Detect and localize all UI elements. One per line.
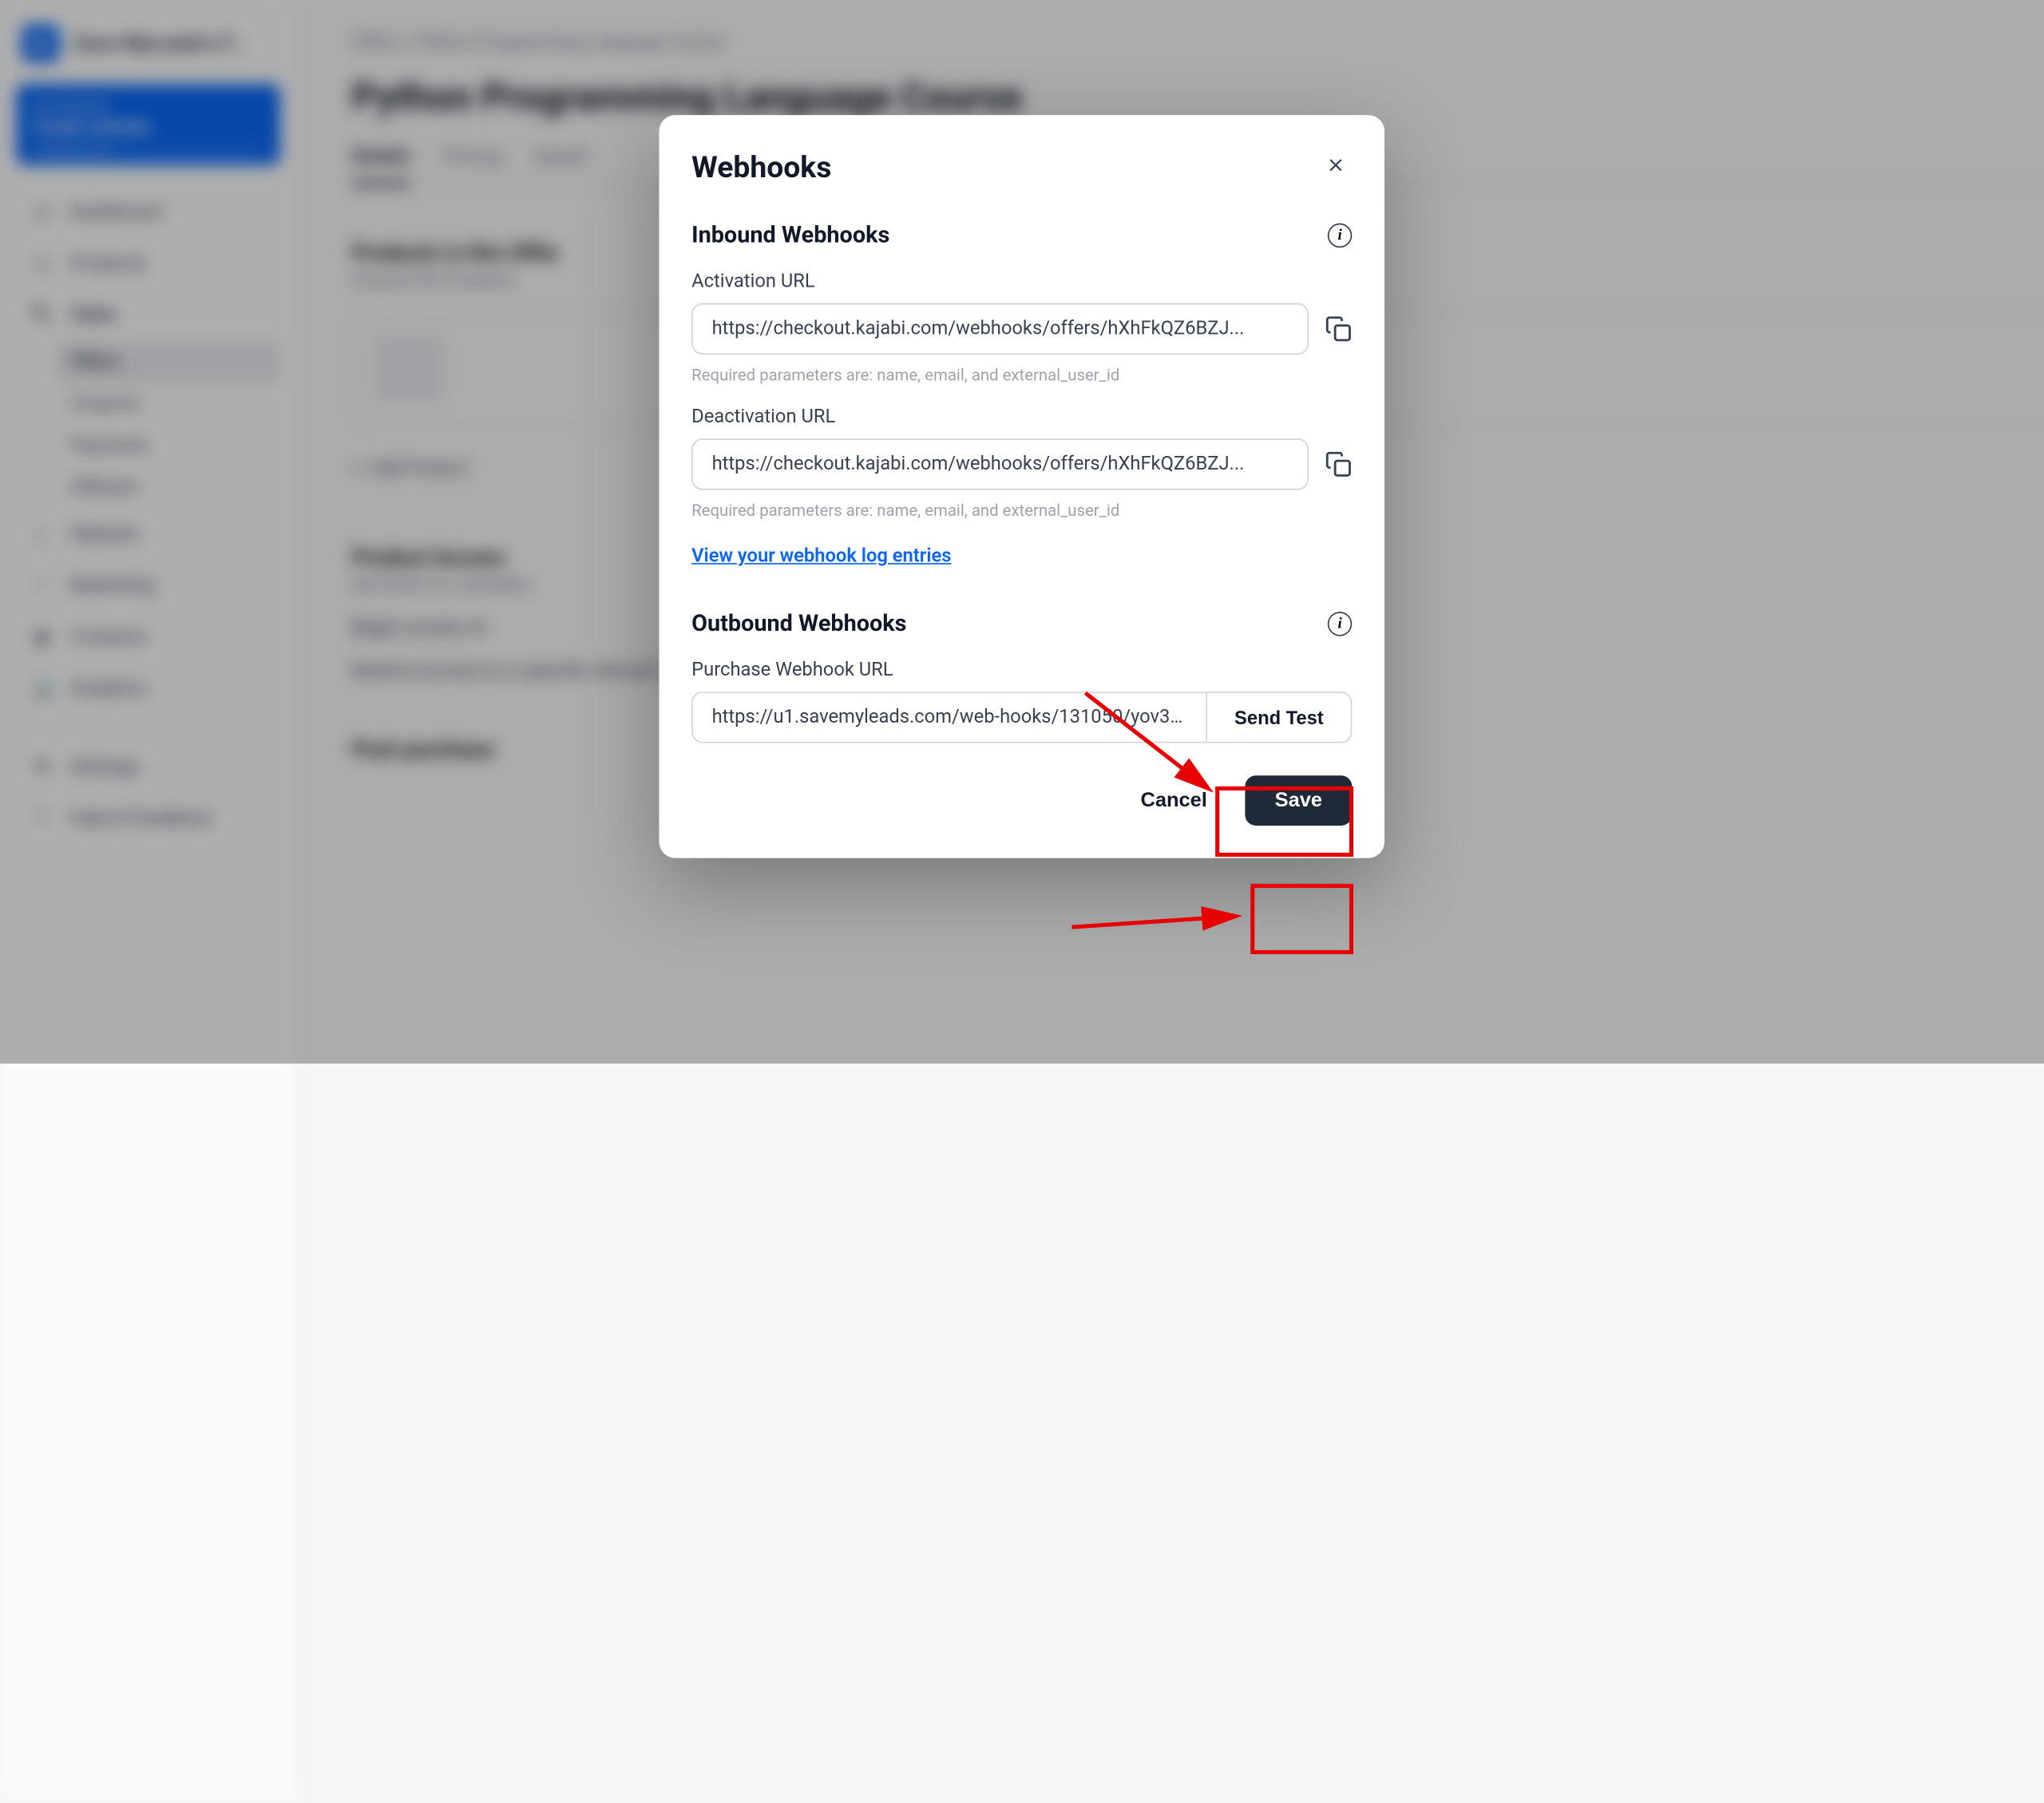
outbound-title: Outbound Webhooks: [691, 610, 906, 637]
modal-title: Webhooks: [691, 152, 831, 185]
copy-deactivation-button[interactable]: [1325, 450, 1352, 477]
annotation-box-save: [1250, 884, 1353, 954]
deactivation-url-input[interactable]: https://checkout.kajabi.com/webhooks/off…: [691, 438, 1309, 489]
deactivation-label: Deactivation URL: [691, 406, 1352, 428]
save-button[interactable]: Save: [1245, 775, 1352, 826]
activation-label: Activation URL: [691, 271, 1352, 292]
inbound-title: Inbound Webhooks: [691, 222, 889, 249]
info-icon-outbound[interactable]: i: [1328, 612, 1353, 636]
activation-url-input[interactable]: https://checkout.kajabi.com/webhooks/off…: [691, 303, 1309, 355]
deactivation-hint: Required parameters are: name, email, an…: [691, 501, 1352, 520]
webhooks-modal: Webhooks Inbound Webhooks i Activation U…: [659, 115, 1384, 858]
info-icon[interactable]: i: [1328, 224, 1353, 248]
purchase-url-input[interactable]: https://u1.savemyleads.com/web-hooks/131…: [691, 691, 1206, 743]
annotation-arrow-save: [1065, 900, 1254, 941]
purchase-label: Purchase Webhook URL: [691, 659, 1352, 680]
send-test-button[interactable]: Send Test: [1206, 691, 1352, 743]
copy-activation-button[interactable]: [1325, 315, 1352, 343]
activation-hint: Required parameters are: name, email, an…: [691, 366, 1352, 385]
view-log-link[interactable]: View your webhook log entries: [691, 545, 951, 567]
cancel-button[interactable]: Cancel: [1124, 775, 1223, 826]
close-button[interactable]: [1320, 148, 1353, 190]
